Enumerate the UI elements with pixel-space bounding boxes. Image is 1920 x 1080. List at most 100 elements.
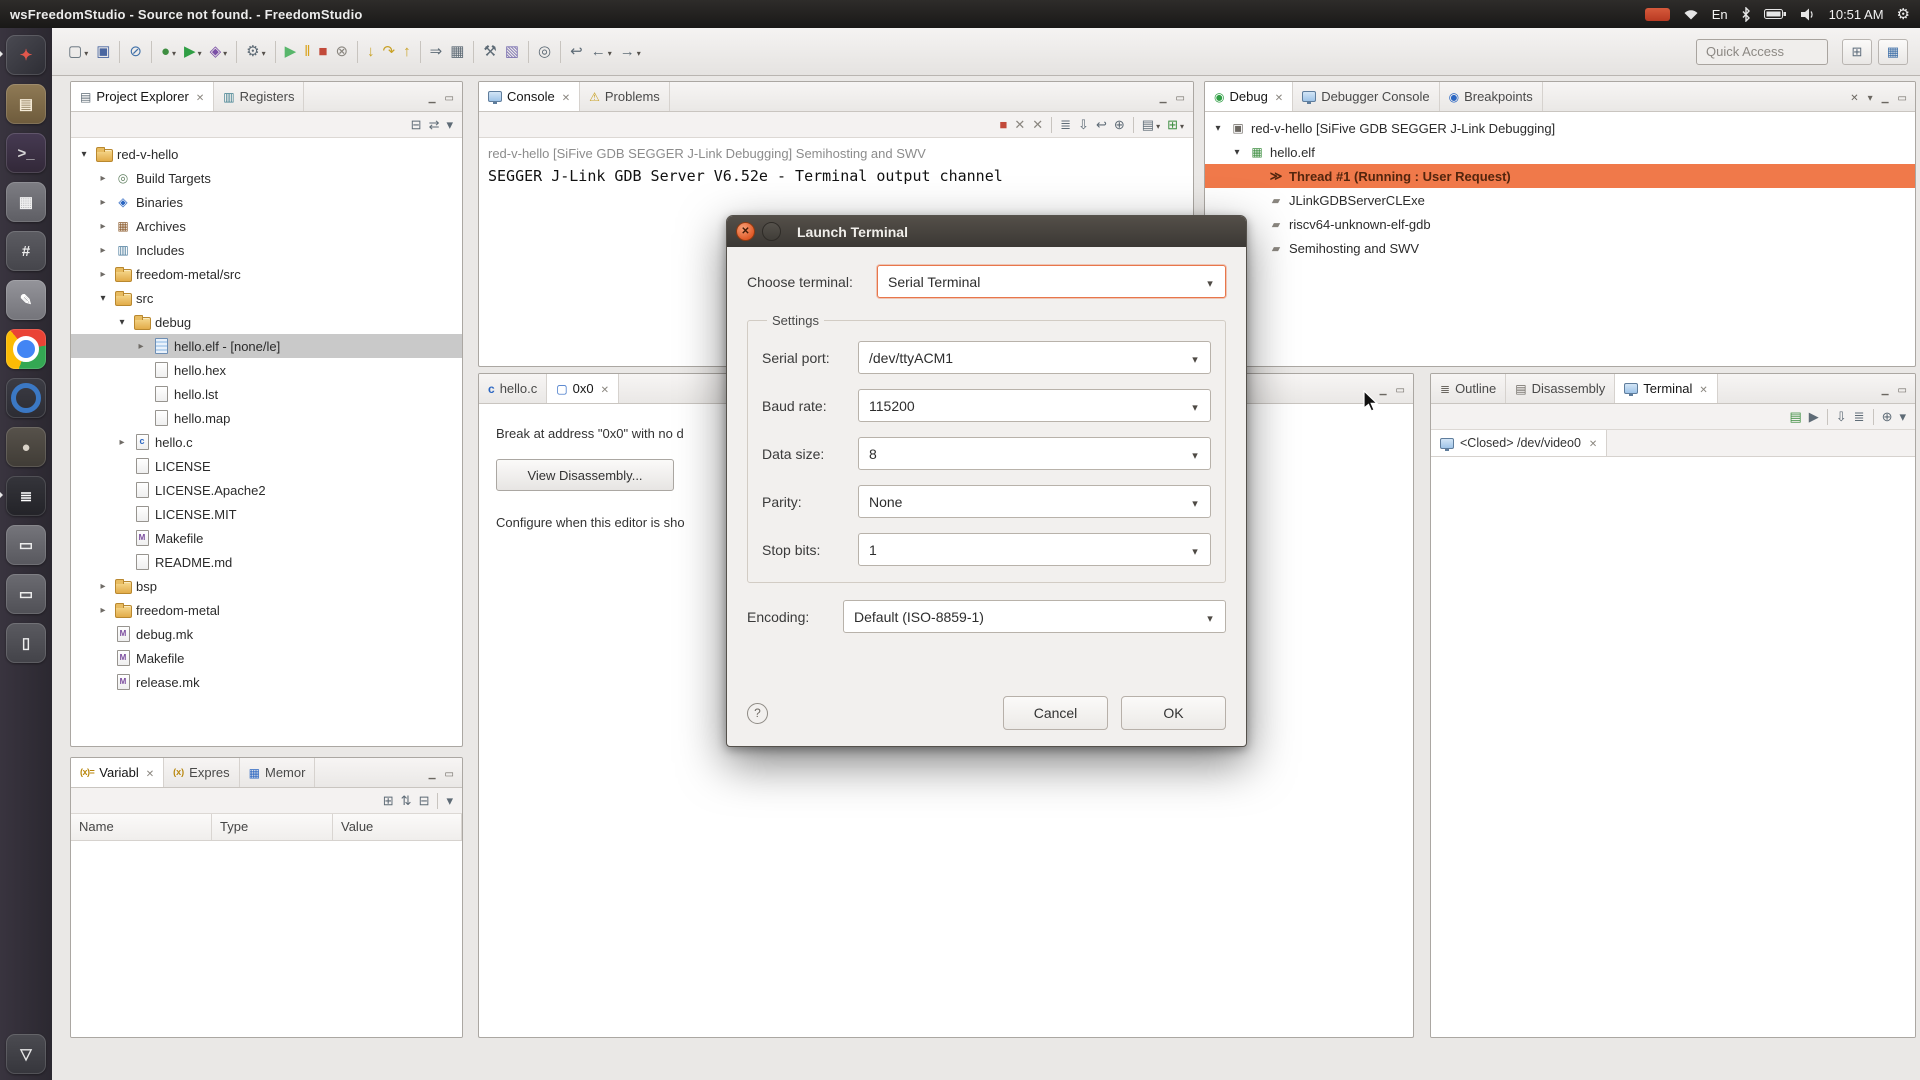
collapse-all-button[interactable]: ⊟ xyxy=(408,114,425,136)
tab-variables[interactable]: Variabl xyxy=(71,758,165,787)
clear-terminal-button[interactable]: ≣ xyxy=(1851,406,1868,428)
expand-arrow-icon[interactable] xyxy=(115,317,129,328)
link-with-editor-button[interactable]: ⇄ xyxy=(426,114,443,136)
open-perspective-button[interactable] xyxy=(1842,38,1872,65)
tree-item[interactable]: Semihosting and SWV xyxy=(1205,236,1915,260)
maximize-icon[interactable] xyxy=(1898,382,1907,396)
expand-arrow-icon[interactable] xyxy=(115,437,129,448)
help-icon[interactable]: ? xyxy=(747,702,768,724)
ok-button[interactable]: OK xyxy=(1121,696,1226,730)
step-over-button[interactable]: ↷ xyxy=(379,39,400,65)
instruction-stepping-button[interactable]: ⇒ xyxy=(426,39,447,65)
tree-item[interactable]: hello.elf - [none/le] xyxy=(71,334,462,358)
external-tools-button[interactable]: ⚙ xyxy=(242,39,269,65)
tree-item[interactable]: debug xyxy=(71,310,462,334)
terminate-button[interactable]: ■ xyxy=(996,114,1010,136)
text-editor-icon[interactable]: ✎ xyxy=(6,280,46,320)
close-icon[interactable] xyxy=(194,89,204,104)
last-edit-location-button[interactable]: ↩ xyxy=(566,39,587,65)
tab-debug[interactable]: Debug xyxy=(1205,82,1294,111)
expand-arrow-icon[interactable] xyxy=(96,581,110,592)
tree-item[interactable]: release.mk xyxy=(71,670,462,694)
run-button[interactable]: ▶ xyxy=(180,39,206,65)
recording-indicator-icon[interactable] xyxy=(1644,7,1670,21)
tab-breakpoints[interactable]: Breakpoints xyxy=(1440,82,1543,111)
tab-disassembly[interactable]: Disassembly xyxy=(1506,374,1616,403)
close-icon[interactable] xyxy=(1697,381,1707,396)
tab-outline[interactable]: Outline xyxy=(1431,374,1507,403)
clock[interactable]: 10:51 AM xyxy=(1829,7,1884,22)
chevron-down-icon[interactable] xyxy=(1195,609,1225,625)
open-terminal-button[interactable]: ▤ xyxy=(1786,406,1804,428)
tab-terminal[interactable]: Terminal xyxy=(1615,374,1718,403)
tree-item[interactable]: LICENSE xyxy=(71,454,462,478)
collapse-all-button[interactable]: ⊟ xyxy=(416,790,433,812)
open-console-button[interactable]: ⊞ xyxy=(1164,114,1187,136)
tree-item[interactable]: hello.hex xyxy=(71,358,462,382)
encoding-dropdown[interactable]: Default (ISO-8859-1) xyxy=(843,600,1226,633)
skip-all-breakpoints-button[interactable]: ⊘ xyxy=(125,39,146,65)
show-type-names-button[interactable]: ⊞ xyxy=(380,790,397,812)
remove-all-icon[interactable] xyxy=(1850,90,1858,104)
maximize-icon[interactable] xyxy=(1176,90,1185,104)
tree-item[interactable]: Thread #1 (Running : User Request) xyxy=(1205,164,1915,188)
tree-item[interactable]: hello.c xyxy=(71,430,462,454)
field-dropdown[interactable]: 8 xyxy=(858,437,1211,470)
view-menu-button[interactable]: ▾ xyxy=(1896,406,1909,428)
dialog-titlebar[interactable]: Launch Terminal xyxy=(727,216,1246,247)
show-logical-structure-button[interactable]: ⇅ xyxy=(398,790,415,812)
tree-item[interactable]: hello.elf xyxy=(1205,140,1915,164)
tab-hello-c[interactable]: hello.c xyxy=(479,374,548,403)
tab-registers[interactable]: Registers xyxy=(214,82,305,111)
tree-item[interactable]: hello.map xyxy=(71,406,462,430)
backup-drive-icon[interactable]: ▭ xyxy=(6,574,46,614)
expand-arrow-icon[interactable] xyxy=(96,293,110,304)
tree-item[interactable]: Makefile xyxy=(71,646,462,670)
build-button[interactable]: ⚒ xyxy=(479,39,500,65)
minimize-icon[interactable] xyxy=(1160,90,1167,103)
clear-console-button[interactable]: ≣ xyxy=(1057,114,1074,136)
view-menu-button[interactable]: ▾ xyxy=(443,790,456,812)
terminal-icon[interactable]: >_ xyxy=(6,133,46,173)
chevron-down-icon[interactable] xyxy=(1180,350,1210,366)
disk-utility-icon[interactable]: ▭ xyxy=(6,525,46,565)
maximize-icon[interactable] xyxy=(1396,382,1405,396)
minimize-icon[interactable] xyxy=(1882,90,1889,103)
step-return-button[interactable]: ↑ xyxy=(399,39,415,65)
terminate-button[interactable]: ■ xyxy=(314,39,331,65)
tree-item[interactable]: README.md xyxy=(71,550,462,574)
pin-terminal-button[interactable]: ⊕ xyxy=(1879,406,1896,428)
tree-item[interactable]: riscv64-unknown-elf-gdb xyxy=(1205,212,1915,236)
tree-item[interactable]: LICENSE.MIT xyxy=(71,502,462,526)
tab-0x0[interactable]: 0x0 xyxy=(547,374,619,403)
debug-perspective-button[interactable] xyxy=(1878,38,1908,65)
chrome-icon[interactable] xyxy=(6,329,46,369)
expand-arrow-icon[interactable] xyxy=(96,245,110,256)
chevron-down-icon[interactable] xyxy=(1180,494,1210,510)
scroll-lock-button[interactable]: ⇩ xyxy=(1833,406,1850,428)
tree-item[interactable]: src xyxy=(71,286,462,310)
trash-icon[interactable]: ▽ xyxy=(6,1034,46,1074)
save-button[interactable]: ▣ xyxy=(92,39,114,65)
maximize-icon[interactable] xyxy=(1898,90,1907,104)
disconnect-button[interactable]: ⊗ xyxy=(331,39,352,65)
volume-icon[interactable] xyxy=(1800,8,1816,21)
maximize-icon[interactable] xyxy=(445,766,454,780)
minimize-icon[interactable] xyxy=(1882,382,1889,395)
chevron-down-icon[interactable] xyxy=(1180,542,1210,558)
keyboard-layout-indicator[interactable]: En xyxy=(1712,7,1728,22)
step-into-button[interactable]: ↓ xyxy=(363,39,379,65)
column-header[interactable]: Type xyxy=(212,814,333,840)
dialog-close-icon[interactable] xyxy=(736,222,755,241)
expand-arrow-icon[interactable] xyxy=(77,149,91,160)
tab-memory[interactable]: Memor xyxy=(240,758,316,787)
new-button[interactable]: ▢ xyxy=(64,39,92,65)
forward-button[interactable]: → xyxy=(616,39,645,65)
tab-expressions[interactable]: Expres xyxy=(164,758,240,787)
mobile-device-icon[interactable]: ▯ xyxy=(6,623,46,663)
files-icon[interactable]: ▤ xyxy=(6,84,46,124)
tree-item[interactable]: freedom-metal/src xyxy=(71,262,462,286)
chevron-down-icon[interactable] xyxy=(1180,446,1210,462)
word-wrap-button[interactable]: ↩ xyxy=(1093,114,1110,136)
tree-item[interactable]: red-v-hello [SiFive GDB SEGGER J-Link De… xyxy=(1205,116,1915,140)
